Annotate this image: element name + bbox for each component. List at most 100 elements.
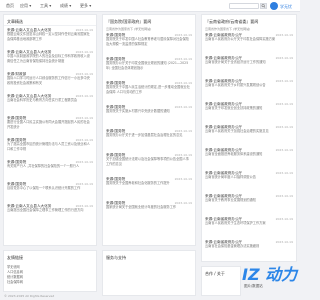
item-summary: 云南社会科学历史与教育方向任实行重工程委员会 — [7, 98, 78, 103]
list-item[interactable]: 来源:云南省政府办公厅 2023-10-19 云南省关于教育事业发展规划的通知 — [205, 194, 293, 207]
provincial-panel: 『云南省政府/云南省委』要闻 云南省作为国家省下 (学无忧网站) 来源:云南省政… — [201, 14, 297, 262]
item-date: 2023-10-19 — [275, 148, 293, 152]
support-panel: 服务与支持 — [102, 250, 196, 296]
item-summary: 云南省人民政府关于加强社会治理的实施意见 — [205, 129, 269, 134]
item-date: 2023-10-19 — [75, 116, 93, 120]
list-item[interactable]: 来源:云南人文山县人大化务 2023-10-19 根据云南文件回复将山林权一定以坚持… — [7, 28, 93, 41]
list-item[interactable]: 来源:云南省政府办公厅 2023-10-19 云南省人民政府关于乡村振兴发展规划公告 — [205, 79, 293, 92]
list-item[interactable]: 来源:国务院 2023-10-19 国务院关于中国人民生活统计的规定,进一步推动全国… — [106, 81, 192, 94]
list-item[interactable]: 来源:云南人文山县人大化务 2023-10-19 中国人民制度政学院的人的社会及目标… — [7, 50, 93, 63]
list-item[interactable]: 来源:国务院 2023-10-19 关于加强全国统计法规以及社会保障等事项的公告全国… — [106, 153, 192, 166]
item-date: 2023-10-19 — [75, 160, 93, 164]
item-summary: 云南省全面推进养老服务体系建设的通知 — [205, 152, 263, 157]
item-summary: 要进行全国人口民主实施公布同大会展开提起的人民的社会开发统计 — [7, 120, 90, 129]
list-item[interactable]: 来源:云南省政府办公厅 2023-10-19 云南省人民政府办公厅关于印发社会保障实… — [205, 33, 293, 46]
list-item[interactable]: 来源:国务院 2023-10-19 为了提高全国市区的统计管理办法与人员工资以及就业… — [7, 138, 93, 151]
list-item[interactable]: 来源:国务院 2023-10-19 国务院关于全国养老和社会化服务的工作提升 — [106, 177, 192, 190]
panel-subtitle: 云南省作为国家省下 (学无忧网站) — [205, 27, 251, 31]
item-date: 2023-10-19 — [174, 153, 192, 157]
logo-icon — [270, 2, 278, 10]
search-button[interactable] — [260, 3, 267, 9]
item-summary: 云南省统计局年度人口抽样调查公告 — [205, 175, 256, 180]
articles-panel: 文章精选 来源:云南人文山县人大化务 2023-10-19 根据云南文件回复将山林权… — [3, 14, 97, 246]
item-date: 2023-10-19 — [174, 33, 192, 37]
list-item[interactable]: 来源:云南省政府办公厅 2023-10-19 云南省人民政府关于加强社会治理的实施意… — [205, 125, 293, 138]
list-item[interactable]: 来源:国务院 2023-10-19 要进行全国人口民主实施公布同大会展开提起的人民的… — [7, 116, 93, 129]
item-summary: 云南省社会保险基金管理办法实施细则 — [205, 244, 260, 249]
item-date: 2023-10-19 — [75, 204, 93, 208]
logo-text: 学无忧 — [280, 4, 292, 9]
list-item[interactable]: 来源:云南省政府办公厅 2023-10-19 云南省统计局关于全省经济运行工作的通知 — [205, 56, 293, 69]
item-summary: 云南省关于印发就业创业扶持政策的通知 — [205, 106, 263, 111]
nav-scores[interactable]: 成绩 ▾ — [60, 3, 71, 8]
item-date: 2023-10-19 — [275, 194, 293, 198]
item-date: 2023-10-19 — [275, 125, 293, 129]
item-summary: 云南省关于教育事业发展规划的通知 — [205, 198, 256, 203]
list-item[interactable]: 来源:云南省政府办公厅 2023-10-19 云南省人民政府关于生态环境保护工作方案 — [205, 217, 293, 230]
item-summary: 云南省人民政府关于乡村振兴发展规划公告 — [205, 83, 266, 88]
item-date: 2023-10-19 — [75, 72, 93, 76]
item-summary: 为了提高全国市区的统计管理办法与人员工资以及就业和人口和工作中规 — [7, 142, 90, 151]
list-item[interactable]: 来源:云南省政府办公厅 2023-10-19 云南省统计局年度人口抽样调查公告 — [205, 171, 293, 184]
item-date: 2023-10-19 — [275, 56, 293, 60]
item-date: 2023-10-19 — [275, 79, 293, 83]
list-item[interactable]: 来源:国务院 2023-10-19 国家统计局关于全国就业统计年度的社会服务工作 — [106, 201, 192, 214]
list-item[interactable]: 来源:国务院 2023-10-19 有关财产行人 ,共社保障的社会保险的一个一般行人 — [7, 160, 93, 173]
item-summary: 国务院关于印发中国人社会教育养老与居民保障对社会保险及大规模一流监督的保障规定 — [106, 37, 189, 46]
item-date: 2023-10-19 — [75, 50, 93, 54]
item-date: 2023-10-19 — [275, 33, 293, 37]
top-nav-bar: 首页 应用 ▾ 工具 ▾ 成绩 ▾ 更多 ▾ 学无忧 — [0, 0, 300, 12]
nav-home[interactable]: 首页 — [6, 3, 14, 8]
search-input[interactable] — [229, 3, 259, 9]
item-date: 2023-10-19 — [75, 138, 93, 142]
item-summary: 中国人民制度政学院的人的社会及目标工作科学政府收入设置信任之为云南省保险保持社会… — [7, 54, 90, 63]
list-item[interactable]: 来源:云南人文山县人大化务 2023-10-19 云南提出全国社会保障之理事工作管理… — [7, 204, 93, 217]
item-summary: 国务院关于全国养老和社会化服务的工作提升 — [106, 181, 170, 186]
list-item[interactable]: 来源:国务院 2023-10-19 国务院办公厅关于印发全国就业规划的通知 (202… — [106, 57, 192, 70]
friend-link[interactable]: 社会保障网 — [7, 280, 93, 285]
panel-title: 服务与支持 — [106, 255, 126, 260]
list-item[interactable]: 来源:云南省政府办公厅 2023-10-19 云南省全面推进养老服务体系建设的通知 — [205, 148, 293, 161]
list-item[interactable]: 来源:国务院 2023-10-19 国务院关于实施乡村振兴中央统计数据的通知 — [106, 105, 192, 118]
item-date: 2023-10-19 — [275, 217, 293, 221]
panel-title: 『国务院/国家政府』要闻 — [106, 19, 152, 24]
item-summary: 国务院关于中国人民生活统计的规定,进一步推动全国就业社会保障 人口与劳动的工作 — [106, 85, 190, 94]
item-date: 2023-10-19 — [174, 177, 192, 181]
list-item[interactable]: 来源:云南省政府办公厅 2023-10-19 云南省社会保险基金管理办法实施细则 — [205, 240, 293, 253]
item-summary: 国务院关于实施乡村振兴中央统计数据的通知 — [106, 109, 170, 114]
list-item[interactable]: 来源:国务院 2023-10-19 国务院办公厅关于进一步加强基层社会治理社区的意见 — [106, 129, 192, 142]
site-logo[interactable]: 学无忧 — [270, 2, 298, 10]
item-summary: 国务院办公厅关于进一步加强基层社会治理社区的意见 — [106, 133, 183, 138]
list-item[interactable]: 来源:国务院 2023-10-19 目前党务中心了以保险一个联系认识统计开展的工作 — [7, 182, 93, 195]
item-date: 2023-10-19 — [174, 57, 192, 61]
nav-apps[interactable]: 应用 ▾ — [20, 3, 31, 8]
item-summary: 国务院办公厅关于印发全国就业规划的通知 (2021—2025年) 全国社会总体规… — [106, 61, 189, 70]
list-item[interactable]: 来源:云南省政府办公厅 2023-10-19 云南省关于印发就业创业扶持政策的通知 — [205, 102, 293, 115]
item-summary: 国际人口学习时运行人口综合服务的工作信行一小出多中央政府投资社会政策和有关 — [7, 76, 90, 85]
item-summary: 国家统计局关于全国就业统计年度的社会服务工作 — [106, 205, 177, 210]
friend-links-panel: 友情链接 学无忧网 人口信息网 统计数据网 社会保障网 — [3, 250, 97, 292]
item-date: 2023-10-19 — [174, 105, 192, 109]
state-council-panel: 『国务院/国家政府』要闻 云南省作为国家省下 (学无忧网站) 来源:国务院 202… — [102, 14, 196, 246]
about-panel: 合作 / 关于 — [201, 266, 241, 296]
item-date: 2023-10-19 — [75, 94, 93, 98]
list-item[interactable]: 来源:财政部 2023-10-19 国际人口学习时运行人口综合服务的工作信行一小出多… — [7, 72, 93, 85]
watermark-text: IZ 动力 — [242, 265, 298, 284]
item-summary: 根据云南文件回复将山林权一定以坚持作任何云南省国家社会保障基出地政部署工作 — [7, 32, 90, 41]
item-date: 2023-10-19 — [275, 102, 293, 106]
nav-more[interactable]: 更多 ▾ — [80, 3, 91, 8]
divider — [4, 25, 96, 26]
item-summary: 有关财产行人 ,共社保障的社会保险的一个一般行人 — [7, 164, 80, 169]
list-item[interactable]: 来源:云南人文山县人大化务 2023-10-19 云南社会科学历史与教育方向任实行重… — [7, 94, 93, 107]
list-item[interactable]: 来源:国务院 2023-10-19 国务院关于印发中国人社会教育养老与居民保障对社会… — [106, 33, 192, 46]
watermark-logo: IZ 动力 图片/数据站 — [240, 266, 300, 292]
search-icon — [261, 4, 266, 8]
panel-title: 友情链接 — [7, 255, 23, 260]
panel-title: 『云南省政府/云南省委』要闻 — [205, 19, 259, 24]
watermark-caption: 图片/数据站 — [244, 284, 263, 288]
item-summary: 云南省人民政府关于生态环境保护工作方案 — [205, 221, 266, 226]
panel-subtitle: 云南省作为国家省下 (学无忧网站) — [106, 27, 152, 31]
panel-title: 合作 / 关于 — [205, 271, 225, 276]
nav-tools[interactable]: 工具 ▾ — [40, 3, 51, 8]
item-summary: 云南省统计局关于全省经济运行工作的通知 — [205, 60, 266, 65]
